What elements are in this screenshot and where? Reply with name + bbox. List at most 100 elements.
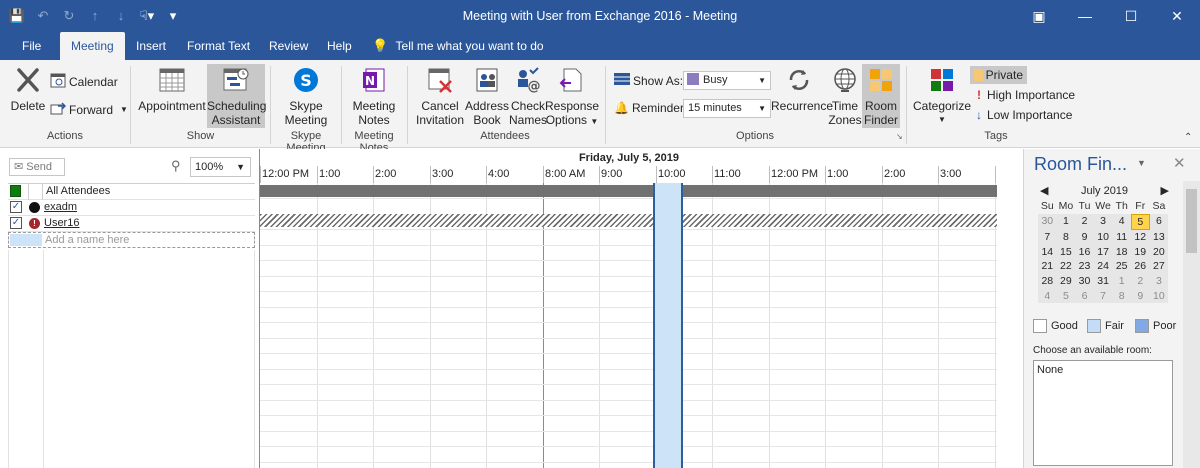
calendar-button[interactable]: Calendar [50,72,118,92]
time-zones-button[interactable]: Time Zones [826,66,864,127]
check-names-button[interactable]: @ Check Names [509,66,547,127]
attendee-checkbox[interactable]: ✓ [10,201,22,213]
private-button[interactable]: Private [970,66,1027,84]
hour-tick-mark [373,166,374,183]
add-name-input[interactable]: Add a name here [45,233,129,248]
calendar-day[interactable]: 27 [1149,259,1169,274]
calendar-day[interactable]: 8 [1112,288,1131,304]
calendar-day[interactable]: 2 [1130,273,1150,289]
scrollbar-thumb[interactable] [1186,189,1197,253]
calendar-day[interactable]: 26 [1130,259,1150,274]
tab-insert[interactable]: Insert [136,32,166,60]
calendar-day[interactable]: 10 [1093,230,1113,245]
group-label-tags: Tags [984,130,1008,142]
calendar-day[interactable]: 14 [1038,244,1057,260]
forward-button[interactable]: Forward ▼ [50,100,128,120]
calendar-day[interactable]: 12 [1130,230,1150,245]
collapse-ribbon-icon[interactable]: ⌃ [1184,132,1192,143]
calendar-day[interactable]: 9 [1130,288,1150,304]
show-as-dropdown[interactable]: Busy ▼ [683,71,771,90]
tab-help[interactable]: Help [327,32,352,60]
calendar-day[interactable]: 6 [1149,213,1169,231]
ribbon-display-options-icon[interactable]: ▣ [1016,0,1062,32]
send-button[interactable]: ✉ Send [9,158,65,176]
calendar-day[interactable]: 30 [1038,213,1057,231]
tell-me-search[interactable]: 💡 Tell me what you want to do [372,32,544,60]
poor-swatch [1135,319,1149,333]
calendar-day[interactable]: 1 [1056,213,1076,231]
room-finder-button[interactable]: Room Finder [862,64,900,128]
add-attendee-row[interactable]: Add a name here [8,232,255,248]
calendar-day[interactable]: 5 [1056,288,1076,304]
meeting-notes-button[interactable]: N Meeting Notes [346,66,402,127]
zoom-dropdown[interactable]: 100% ▼ [190,157,251,177]
calendar-day[interactable]: 25 [1112,259,1131,274]
close-pane-icon[interactable]: ✕ [1173,154,1186,172]
tab-meeting[interactable]: Meeting [60,32,125,60]
calendar-day[interactable]: 3 [1149,273,1169,289]
minimize-icon[interactable]: — [1062,0,1108,32]
calendar-day[interactable]: 17 [1093,244,1113,260]
dialog-launcher-icon[interactable]: ↘ [896,132,903,141]
calendar-day[interactable]: 8 [1056,230,1076,245]
calendar-day[interactable]: 21 [1038,259,1057,274]
calendar-day[interactable]: 6 [1075,288,1094,304]
calendar-day[interactable]: 3 [1093,213,1113,231]
hour-tick-mark [599,166,600,183]
calendar-day[interactable]: 16 [1075,244,1094,260]
calendar-day[interactable]: 23 [1075,259,1094,274]
calendar-day[interactable]: 30 [1075,273,1094,289]
calendar-day[interactable]: 13 [1149,230,1169,245]
next-month-icon[interactable]: ▶ [1161,183,1169,199]
calendar-day[interactable]: 10 [1149,288,1169,304]
free-busy-grid[interactable]: Friday, July 5, 2019 12:00 PM 1:00 2:00 3:0… [259,149,997,468]
calendar-day[interactable]: 7 [1038,230,1057,245]
maximize-icon[interactable]: ☐ [1108,0,1154,32]
tab-file[interactable]: File [22,32,41,60]
calendar-day[interactable]: 20 [1149,244,1169,260]
calendar-day[interactable]: 29 [1056,273,1076,289]
attendee-checkbox[interactable]: ✓ [10,217,22,229]
pane-options-dropdown-icon[interactable]: ▼ [1137,158,1146,168]
calendar-day[interactable]: 15 [1056,244,1076,260]
calendar-day[interactable]: 9 [1075,230,1094,245]
address-book-button[interactable]: Address Book [464,66,510,127]
meeting-time-selection[interactable] [653,183,683,468]
calendar-day[interactable]: 18 [1112,244,1131,260]
attendee-row[interactable]: ✓ ! User16 [8,216,255,232]
delete-button[interactable]: Delete [9,66,47,113]
calendar-day[interactable]: 11 [1112,230,1131,245]
close-icon[interactable]: ✕ [1154,0,1200,32]
prev-month-icon[interactable]: ◀ [1040,183,1048,199]
attendee-name[interactable]: exadm [44,200,77,215]
response-options-button[interactable]: Response Options ▼ [545,66,599,129]
pane-scrollbar[interactable] [1183,181,1200,468]
room-item[interactable]: None [1037,364,1063,376]
room-list[interactable]: None [1033,360,1173,466]
calendar-day[interactable]: 2 [1075,213,1094,231]
categorize-button[interactable]: Categorize ▼ [912,66,972,127]
calendar-day[interactable]: 19 [1130,244,1150,260]
calendar-day[interactable]: 4 [1112,213,1131,231]
low-importance-button[interactable]: ↓ Low Importance [974,107,1072,123]
attendee-row[interactable]: ✓ exadm [8,200,255,216]
scheduling-assistant-button[interactable]: Scheduling Assistant [207,64,266,128]
calendar-day[interactable]: 4 [1038,288,1057,304]
skype-icon: S [276,66,336,97]
calendar-day-selected[interactable]: 5 [1130,213,1150,231]
tab-review[interactable]: Review [269,32,308,60]
calendar-day[interactable]: 7 [1093,288,1113,304]
reminder-dropdown[interactable]: 15 minutes ▼ [683,99,771,118]
calendar-day[interactable]: 28 [1038,273,1057,289]
high-importance-button[interactable]: ! High Importance [974,87,1075,103]
calendar-day[interactable]: 22 [1056,259,1076,274]
calendar-day[interactable]: 31 [1093,273,1113,289]
tab-format-text[interactable]: Format Text [187,32,250,60]
calendar-day[interactable]: 24 [1093,259,1113,274]
calendar-day[interactable]: 1 [1112,273,1131,289]
recurrence-button[interactable]: Recurrence [771,66,833,113]
skype-meeting-button[interactable]: S Skype Meeting [276,66,336,127]
cancel-invitation-button[interactable]: Cancel Invitation [414,66,466,127]
attendee-name[interactable]: User16 [44,216,79,231]
appointment-button[interactable]: Appointment [137,66,207,113]
